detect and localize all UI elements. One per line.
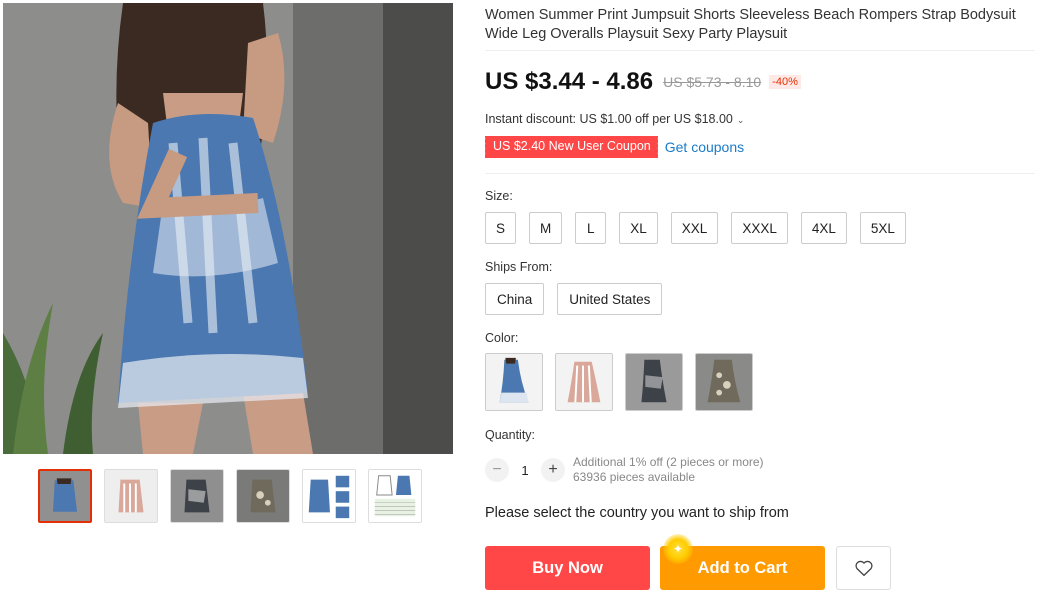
thumbnail-image — [105, 470, 157, 522]
wishlist-button[interactable] — [836, 546, 891, 590]
original-price: US $5.73 - 8.10 — [663, 74, 762, 90]
thumbnail-image — [40, 471, 90, 521]
swatch-image — [486, 354, 542, 410]
size-option-xxl[interactable]: XXL — [670, 212, 719, 244]
thumbnail-2[interactable] — [104, 469, 158, 523]
ships-from-china[interactable]: China — [485, 283, 545, 315]
size-option-5xl[interactable]: 5XL — [859, 212, 906, 244]
quantity-value[interactable]: 1 — [509, 463, 541, 478]
increase-quantity-button[interactable]: + — [541, 458, 565, 482]
get-coupons-link[interactable]: Get coupons — [665, 139, 744, 155]
size-option-xl[interactable]: XL — [619, 212, 658, 244]
swatch-image — [556, 354, 612, 410]
size-option-xxxl[interactable]: XXXL — [731, 212, 788, 244]
divider — [485, 50, 1035, 51]
stock-available: 63936 pieces available — [573, 470, 696, 484]
chevron-down-icon: ⌄ — [736, 115, 745, 125]
thumbnail-image — [171, 470, 223, 522]
discount-badge: -40% — [769, 75, 801, 89]
color-swatch-blue-tie-dye[interactable] — [485, 353, 543, 411]
action-buttons: Buy Now ✦ Add to Cart — [485, 534, 891, 590]
size-label: Size: — [485, 189, 513, 203]
thumbnail-1[interactable] — [38, 469, 92, 523]
new-user-coupon[interactable]: US $2.40 New User Coupon — [483, 136, 658, 158]
decrease-quantity-button[interactable]: − — [485, 458, 509, 482]
add-to-cart-button[interactable]: ✦ Add to Cart — [660, 534, 825, 590]
divider — [485, 173, 1035, 174]
color-label: Color: — [485, 331, 519, 345]
swatch-image — [696, 354, 752, 410]
ships-from-label: Ships From: — [485, 260, 553, 274]
color-swatch-black-print[interactable] — [625, 353, 683, 411]
size-option-4xl[interactable]: 4XL — [800, 212, 847, 244]
quantity-note: Additional 1% off (2 pieces or more) 639… — [573, 455, 764, 485]
product-photo — [3, 3, 453, 454]
add-to-cart-label: Add to Cart — [697, 558, 788, 577]
main-product-image[interactable] — [3, 3, 453, 454]
sparkle-icon: ✦ — [663, 534, 693, 564]
ships-from-united-states[interactable]: United States — [557, 283, 663, 315]
heart-icon — [854, 560, 873, 577]
product-title: Women Summer Print Jumpsuit Shorts Sleev… — [485, 7, 1016, 42]
price-row: US $3.44 - 4.86 US $5.73 - 8.10 -40% — [485, 68, 801, 96]
size-option-m[interactable]: M — [529, 212, 563, 244]
instant-discount[interactable]: Instant discount: US $1.00 off per US $1… — [485, 112, 744, 126]
coupon-row: US $2.40 New User Coupon Get coupons — [483, 136, 744, 158]
price: US $3.44 - 4.86 — [485, 68, 654, 95]
thumbnail-image — [369, 470, 421, 522]
color-swatch-pink-stripe[interactable] — [555, 353, 613, 411]
quantity-label: Quantity: — [485, 428, 536, 442]
size-option-l[interactable]: L — [575, 212, 607, 244]
ship-country-message: Please select the country you want to sh… — [485, 505, 789, 521]
thumbnail-6[interactable] — [368, 469, 422, 523]
color-swatch-floral-print[interactable] — [695, 353, 753, 411]
thumbnail-strip — [38, 469, 422, 523]
thumbnail-3[interactable] — [170, 469, 224, 523]
thumbnail-image — [237, 470, 289, 522]
thumbnail-image — [303, 470, 355, 522]
instant-discount-text: Instant discount: US $1.00 off per US $1… — [485, 112, 733, 126]
bulk-discount-note: Additional 1% off (2 pieces or more) — [573, 455, 764, 469]
swatch-image — [626, 354, 682, 410]
quantity-stepper: − 1 + Additional 1% off (2 pieces or mor… — [485, 455, 764, 485]
size-options: S M L XL XXL XXXL 4XL 5XL — [485, 212, 906, 244]
thumbnail-4[interactable] — [236, 469, 290, 523]
color-options — [485, 353, 753, 411]
ships-from-options: China United States — [485, 283, 663, 315]
buy-now-button[interactable]: Buy Now — [485, 546, 650, 590]
thumbnail-5[interactable] — [302, 469, 356, 523]
size-option-s[interactable]: S — [485, 212, 517, 244]
